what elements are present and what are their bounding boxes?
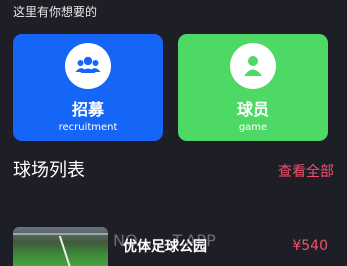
field-list-title: 球场列表 bbox=[13, 160, 85, 181]
player-card[interactable]: 球员 game bbox=[178, 34, 328, 141]
recruitment-card[interactable]: 招募 recruitment bbox=[13, 34, 163, 141]
group-icon bbox=[65, 43, 111, 89]
person-icon bbox=[230, 43, 276, 89]
player-card-title: 球员 bbox=[236, 100, 269, 119]
field-price: ¥540 bbox=[292, 238, 328, 254]
recruitment-card-title: 招募 bbox=[71, 100, 104, 119]
field-name: 优体足球公园 bbox=[123, 239, 207, 255]
recruitment-card-subtitle: recruitment bbox=[58, 122, 118, 133]
field-list-item[interactable]: NO... ...T.APP 优体足球公园 ¥540 bbox=[13, 227, 328, 266]
field-thumbnail bbox=[13, 227, 108, 266]
view-all-link[interactable]: 查看全部 bbox=[278, 161, 334, 181]
player-card-subtitle: game bbox=[238, 122, 268, 133]
intro-text: 这里有你想要的 bbox=[13, 5, 98, 19]
